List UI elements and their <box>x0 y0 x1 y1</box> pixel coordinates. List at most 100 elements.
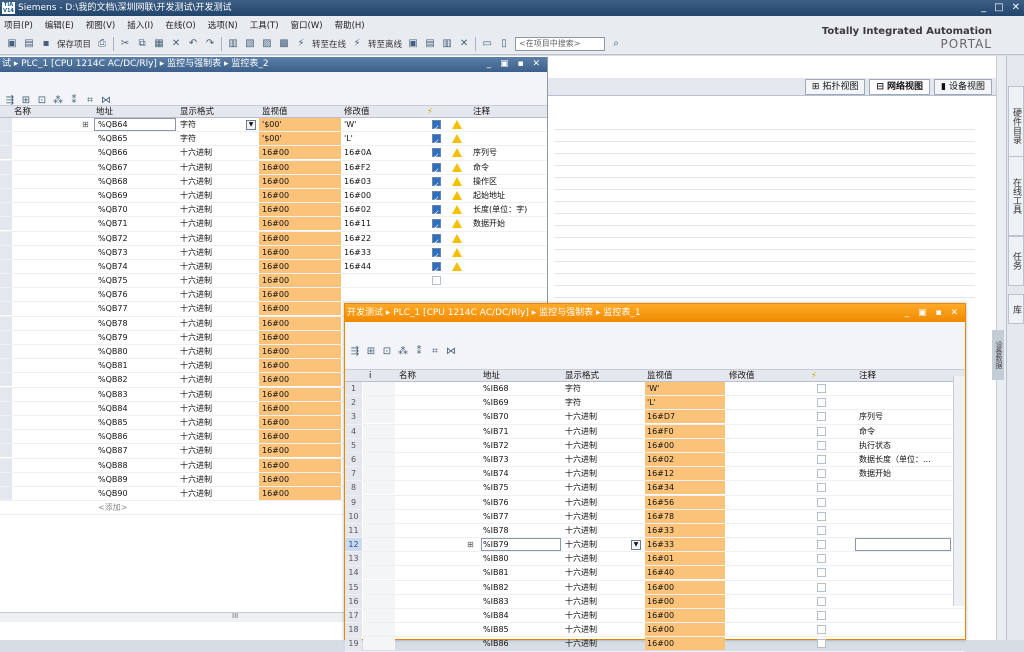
side-tab-online-tools[interactable]: 在线工具 <box>1008 156 1024 236</box>
row-index[interactable]: 11 <box>345 523 362 538</box>
table-row[interactable]: 11 %IB78 十六进制 16#33 <box>345 523 965 539</box>
go-online-button[interactable]: 转至在线 <box>312 38 346 50</box>
format-cell[interactable]: 十六进制 <box>180 161 212 175</box>
row-index[interactable]: 10 <box>345 509 362 523</box>
table-row[interactable]: %QB67 十六进制 16#00 16#F2 ✓ 命令 <box>0 160 547 175</box>
modify-checkbox[interactable] <box>817 639 826 649</box>
row-header[interactable] <box>0 472 12 486</box>
table-row[interactable]: %QB75 十六进制 16#00 <box>0 274 547 289</box>
modify-checkbox[interactable] <box>817 568 826 578</box>
format-cell[interactable]: 十六进制 <box>180 444 212 458</box>
split-horizontal-icon[interactable]: ▭ <box>481 38 493 50</box>
address-cell[interactable]: %IB74 <box>483 467 509 481</box>
menu-project[interactable]: 项目(P) <box>4 19 33 31</box>
modify-checkbox[interactable] <box>817 483 826 493</box>
go-offline-button[interactable]: 转至离线 <box>368 38 402 50</box>
row-index[interactable]: 4 <box>345 424 362 438</box>
format-cell[interactable]: 十六进制 <box>565 623 597 637</box>
format-cell[interactable]: 十六进制 <box>565 510 597 524</box>
row-header[interactable] <box>0 373 12 387</box>
save-icon[interactable]: ▪ <box>40 38 52 50</box>
address-cell[interactable]: %IB75 <box>483 481 509 495</box>
insert-row-icon[interactable]: ⇶ <box>349 346 361 358</box>
row-header[interactable] <box>0 245 12 259</box>
address-cell[interactable]: %IB77 <box>483 510 509 524</box>
format-cell[interactable]: 十六进制 <box>180 430 212 444</box>
table-row[interactable]: 5 %IB72 十六进制 16#00 执行状态 <box>345 438 965 453</box>
menu-tools[interactable]: 工具(T) <box>250 19 279 31</box>
watch-table-1-vscroll[interactable] <box>953 376 965 606</box>
window-controls[interactable]: _ ▣ ▪ ✕ <box>487 57 543 72</box>
row-index[interactable]: 15 <box>345 580 362 594</box>
address-cell[interactable]: %QB83 <box>98 388 128 402</box>
format-cell[interactable]: 十六进制 <box>565 453 597 467</box>
tab-network-view[interactable]: ⊟ 网络视图 <box>869 79 931 95</box>
row-header[interactable] <box>0 217 12 231</box>
table-row[interactable]: %QB65 字符 '$00' 'L' ✓ <box>0 132 547 147</box>
save-project-button[interactable]: 保存项目 <box>57 38 91 50</box>
format-cell[interactable]: 十六进制 <box>180 359 212 373</box>
address-cell[interactable]: %IB82 <box>483 581 509 595</box>
compile-icon[interactable]: ▥ <box>227 38 239 50</box>
menu-options[interactable]: 选项(N) <box>208 19 238 31</box>
format-cell[interactable]: 十六进制 <box>180 260 212 274</box>
table-row[interactable]: 7 %IB74 十六进制 16#12 数据开始 <box>345 467 965 482</box>
modify-checkbox[interactable] <box>817 412 826 422</box>
chevron-down-icon[interactable]: ▼ <box>246 120 256 130</box>
new-project-icon[interactable]: ▣ <box>6 38 18 50</box>
address-cell[interactable]: %QB85 <box>98 416 128 430</box>
modify-checkbox[interactable] <box>817 554 826 564</box>
comment-cell[interactable]: 操作区 <box>473 175 497 189</box>
row-header[interactable] <box>0 401 12 415</box>
side-tab-tasks[interactable]: 任务 <box>1008 236 1024 286</box>
cut-icon[interactable]: ✂ <box>119 38 131 50</box>
table-row[interactable]: 9 %IB76 十六进制 16#56 <box>345 495 965 510</box>
print-icon[interactable]: ⎙ <box>96 38 108 50</box>
modify-checkbox[interactable] <box>817 497 826 507</box>
table-row[interactable]: 6 %IB73 十六进制 16#02 数据长度（单位：... <box>345 452 965 468</box>
modify-checkbox[interactable]: ✓ <box>432 120 441 132</box>
format-cell[interactable]: 十六进制 <box>565 595 597 609</box>
row-header[interactable] <box>0 302 12 316</box>
table-row[interactable]: 10 %IB77 十六进制 16#78 <box>345 509 965 524</box>
paste-icon[interactable]: ▦ <box>153 38 165 50</box>
address-cell[interactable]: %IB84 <box>483 609 509 623</box>
modify-checkbox[interactable]: ✓ <box>432 162 441 175</box>
modify-checkbox[interactable]: ✓ <box>432 176 441 189</box>
format-cell[interactable]: 十六进制 <box>180 345 212 359</box>
upload-icon[interactable]: ▨ <box>261 38 273 50</box>
comment-cell[interactable]: 数据开始 <box>859 467 891 481</box>
row-index[interactable]: 6 <box>345 452 362 467</box>
row-header[interactable] <box>0 288 12 302</box>
modify-checkbox[interactable] <box>817 596 826 606</box>
format-cell[interactable]: 十六进制 <box>565 410 597 424</box>
row-header[interactable] <box>0 345 12 358</box>
address-picker-icon[interactable]: ⊞ <box>467 538 474 552</box>
modify-checkbox[interactable] <box>817 611 826 620</box>
row-header[interactable] <box>0 118 12 131</box>
comment-cell[interactable]: 长度(单位：字) <box>473 203 527 217</box>
modify-checkbox[interactable] <box>817 469 826 479</box>
modify-checkbox[interactable] <box>817 511 826 521</box>
address-cell[interactable]: %QB76 <box>98 288 128 302</box>
modify-checkbox[interactable]: ✓ <box>432 205 441 217</box>
address-cell[interactable]: %QB65 <box>98 132 128 146</box>
menu-help[interactable]: 帮助(H) <box>335 19 365 31</box>
table-row[interactable]: %QB66 十六进制 16#00 16#0A ✓ 序列号 <box>0 146 547 161</box>
cross-reference-icon[interactable]: ▤ <box>424 38 436 50</box>
table-row[interactable]: 4 %IB71 十六进制 16#F0 命令 <box>345 424 965 439</box>
modify-value-cell[interactable]: 16#03 <box>344 175 371 189</box>
comment-cell[interactable]: 序列号 <box>859 410 883 424</box>
address-cell[interactable]: %QB72 <box>98 232 128 246</box>
row-header[interactable] <box>0 160 12 174</box>
address-cell[interactable]: %QB75 <box>98 274 128 288</box>
row-header[interactable] <box>0 316 12 330</box>
address-cell[interactable]: %IB76 <box>483 496 509 510</box>
table-row[interactable]: 17 %IB84 十六进制 16#00 <box>345 609 965 624</box>
address-cell[interactable]: %IB69 <box>483 396 509 410</box>
side-tab-libraries[interactable]: 库 <box>1008 294 1024 324</box>
format-cell[interactable]: 十六进制 <box>565 481 597 495</box>
row-index[interactable]: 7 <box>345 467 362 481</box>
modify-trigger-icon[interactable]: ⁑ <box>413 346 425 358</box>
address-cell[interactable]: %QB81 <box>98 359 128 373</box>
